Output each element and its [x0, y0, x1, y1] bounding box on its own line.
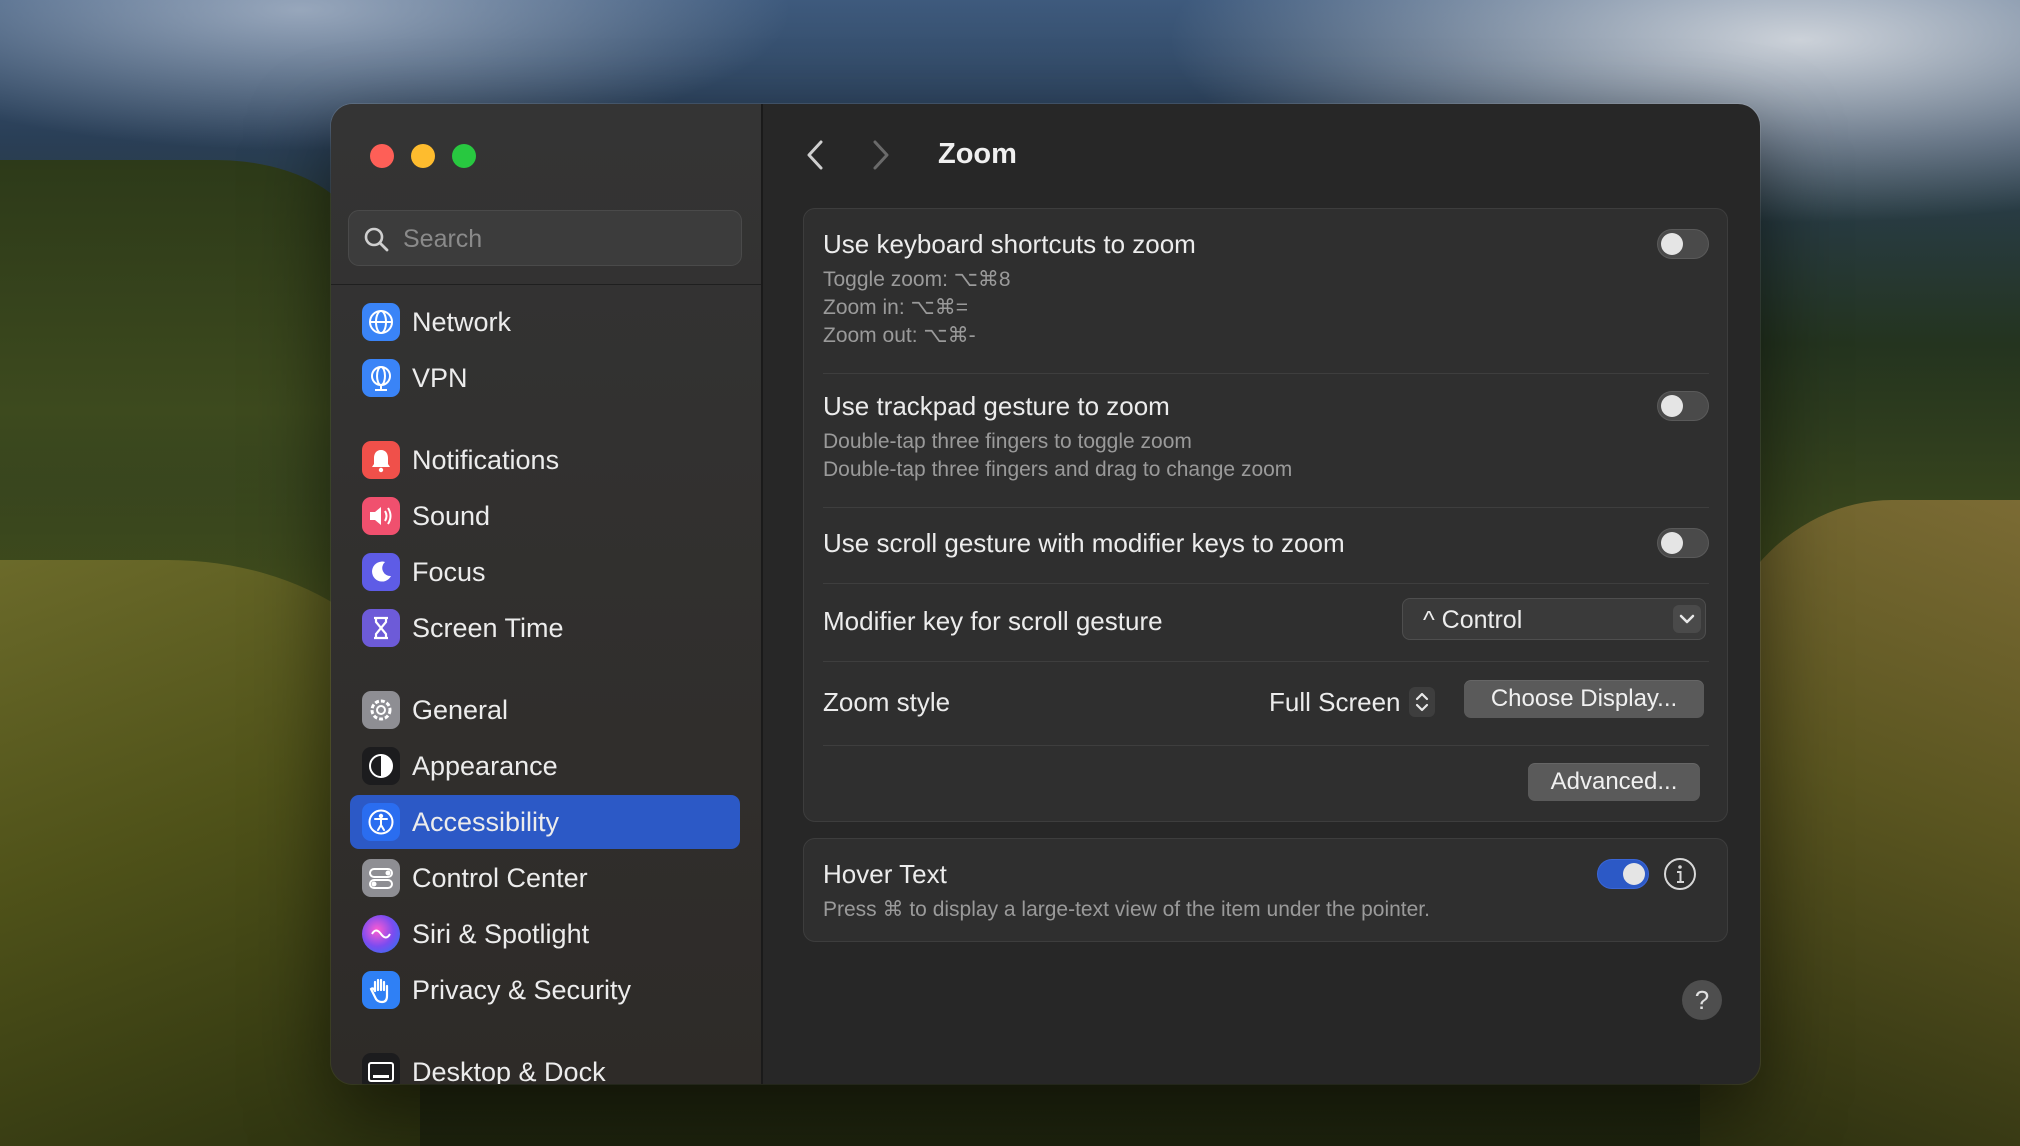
back-arrow-icon[interactable] [803, 138, 829, 172]
sidebar-item-appearance[interactable]: Appearance [350, 739, 740, 793]
main-pane: Zoom Use keyboard shortcuts to zoom Togg… [763, 104, 1760, 1084]
toggle-knob [1623, 863, 1645, 885]
chevron-down-icon [1673, 605, 1701, 633]
hover-text-label: Hover Text [823, 859, 947, 889]
close-button[interactable] [370, 144, 394, 168]
sidebar-item-desktop-dock[interactable]: Desktop & Dock [350, 1045, 740, 1084]
sidebar-item-general[interactable]: General [350, 683, 740, 737]
sidebar-item-screen-time[interactable]: Screen Time [350, 601, 740, 655]
modifier-key-value: ^ Control [1423, 606, 1523, 634]
modifier-key-select[interactable]: ^ Control [1402, 598, 1706, 640]
info-icon[interactable] [1662, 856, 1698, 892]
shortcut-in-hint: Zoom in: ⌥⌘= [823, 296, 968, 319]
zoom-style-row: Zoom style Full Screen Choose Display... [823, 662, 1709, 744]
zoom-style-value: Full Screen [1269, 687, 1401, 717]
toggle-knob [1661, 395, 1683, 417]
sidebar-item-label: Desktop & Dock [412, 1056, 606, 1085]
sidebar-item-label: Network [412, 306, 512, 337]
sidebar-item-label: General [412, 694, 509, 725]
sidebar-item-label: Focus [412, 556, 486, 587]
search-icon [364, 227, 389, 252]
sidebar-item-focus[interactable]: Focus [350, 545, 740, 599]
stepper-arrows-icon [1409, 687, 1435, 717]
sidebar-item-siri-spotlight[interactable]: Siri & Spotlight [350, 907, 740, 961]
sidebar-item-label: Sound [412, 500, 491, 531]
sidebar-item-network[interactable]: Network [350, 295, 740, 349]
history-nav [803, 138, 893, 172]
gear-icon [362, 691, 400, 729]
bell-icon [362, 441, 400, 479]
sidebar-item-sound[interactable]: Sound [350, 489, 740, 543]
vpn-globe-icon [362, 359, 400, 397]
trackpad-gesture-label: Use trackpad gesture to zoom [823, 391, 1170, 421]
sidebar-item-vpn[interactable]: VPN [350, 351, 740, 405]
control-center-icon [362, 859, 400, 897]
sidebar-item-label: VPN [412, 362, 468, 393]
modifier-key-label: Modifier key for scroll gesture [823, 606, 1163, 636]
speaker-icon [362, 497, 400, 535]
sidebar-divider [331, 284, 761, 285]
sidebar-item-notifications[interactable]: Notifications [350, 433, 740, 487]
zoom-style-label: Zoom style [823, 687, 951, 717]
moon-icon [362, 553, 400, 591]
hover-text-toggle[interactable] [1597, 859, 1649, 889]
accessibility-icon [362, 803, 400, 841]
keyboard-shortcuts-toggle[interactable] [1657, 229, 1709, 259]
trackpad-drag-hint: Double-tap three fingers and drag to cha… [823, 458, 1293, 481]
zoom-settings-group: Use keyboard shortcuts to zoom Toggle zo… [803, 208, 1728, 822]
search-box[interactable] [348, 210, 742, 267]
toggle-knob [1661, 233, 1683, 255]
shortcut-out-hint: Zoom out: ⌥⌘- [823, 324, 976, 347]
trackpad-toggle-hint: Double-tap three fingers to toggle zoom [823, 430, 1192, 453]
zoom-window-button[interactable] [452, 144, 476, 168]
help-button[interactable]: ? [1682, 980, 1722, 1020]
sidebar-item-label: Privacy & Security [412, 974, 632, 1005]
modifier-key-row: Modifier key for scroll gesture ^ Contro… [823, 584, 1709, 660]
sidebar-list: Network VPN Notifications Sound Focus Sc… [331, 286, 761, 1084]
hourglass-icon [362, 609, 400, 647]
advanced-button[interactable]: Advanced... [1528, 763, 1700, 801]
scroll-gesture-toggle[interactable] [1657, 528, 1709, 558]
hover-text-group: Hover Text Press ⌘ to display a large-te… [803, 838, 1728, 942]
appearance-icon [362, 747, 400, 785]
keyboard-shortcuts-row: Use keyboard shortcuts to zoom Toggle zo… [823, 209, 1709, 369]
forward-arrow-icon[interactable] [867, 138, 893, 172]
dock-icon [362, 1053, 400, 1084]
sidebar-item-label: Screen Time [412, 612, 564, 643]
sidebar-item-label: Appearance [412, 750, 558, 781]
sidebar-item-label: Control Center [412, 862, 588, 893]
settings-window: Network VPN Notifications Sound [331, 104, 1760, 1084]
minimize-button[interactable] [411, 144, 435, 168]
zoom-style-select[interactable]: Full Screen [1269, 681, 1439, 721]
sidebar-item-label: Siri & Spotlight [412, 918, 590, 949]
scroll-gesture-row: Use scroll gesture with modifier keys to… [823, 508, 1709, 582]
hover-text-description: Press ⌘ to display a large-text view of … [823, 898, 1430, 921]
sidebar-item-control-center[interactable]: Control Center [350, 851, 740, 905]
globe-icon [362, 303, 400, 341]
search-input[interactable] [401, 211, 735, 267]
scroll-gesture-label: Use scroll gesture with modifier keys to… [823, 528, 1345, 558]
toggle-knob [1661, 532, 1683, 554]
row-divider [823, 745, 1709, 746]
trackpad-gesture-toggle[interactable] [1657, 391, 1709, 421]
sidebar-item-label: Accessibility [412, 806, 560, 837]
shortcut-toggle-hint: Toggle zoom: ⌥⌘8 [823, 268, 1011, 291]
trackpad-gesture-row: Use trackpad gesture to zoom Double-tap … [823, 374, 1709, 506]
page-title: Zoom [938, 138, 1017, 170]
choose-display-button[interactable]: Choose Display... [1464, 680, 1704, 718]
sidebar-item-label: Notifications [412, 444, 560, 475]
background-trees [0, 160, 360, 580]
siri-icon [362, 915, 400, 953]
hand-icon [362, 971, 400, 1009]
sidebar-item-accessibility[interactable]: Accessibility [350, 795, 740, 849]
window-controls [370, 144, 476, 168]
sidebar: Network VPN Notifications Sound [331, 104, 763, 1084]
sidebar-item-privacy-security[interactable]: Privacy & Security [350, 963, 740, 1017]
keyboard-shortcuts-label: Use keyboard shortcuts to zoom [823, 229, 1196, 259]
